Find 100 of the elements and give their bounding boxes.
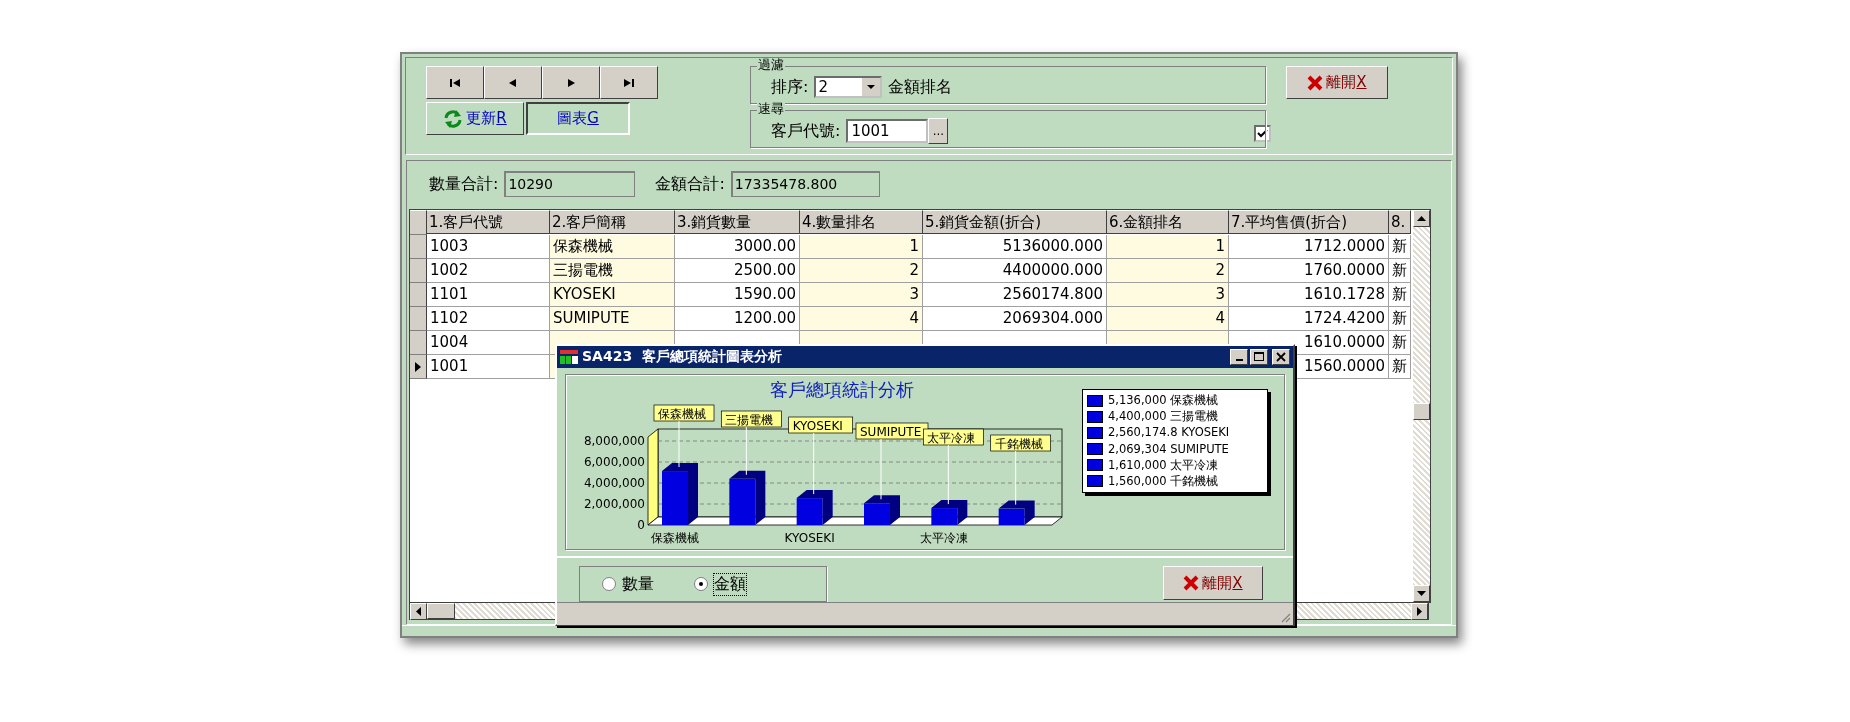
legend-label: 1,560,000 千銘機械 xyxy=(1108,473,1219,489)
table-cell: 1724.4200 xyxy=(1229,307,1389,331)
radio-button[interactable] xyxy=(694,577,708,591)
data-label: SUMIPUTE xyxy=(855,422,929,440)
table-cell: 1712.0000 xyxy=(1229,235,1389,259)
total-value-field: 17335478.800 xyxy=(730,171,880,197)
leader-line xyxy=(1015,450,1017,506)
scrollbar-thumb[interactable] xyxy=(1413,403,1430,420)
table-cell: 新 xyxy=(1389,283,1411,307)
table-cell: 3 xyxy=(1107,283,1229,307)
column-header[interactable]: 8. xyxy=(1389,210,1411,234)
total-value-field: 10290 xyxy=(504,171,636,197)
legend-swatch xyxy=(1087,426,1103,439)
axis-label: KYOSEKI xyxy=(784,531,835,545)
customer-code-field[interactable]: 1001 xyxy=(846,119,929,143)
row-indicator[interactable] xyxy=(410,307,427,331)
browse-button[interactable]: ... xyxy=(928,118,949,144)
table-cell: 2 xyxy=(800,259,923,283)
axis-label: 保森機械 xyxy=(651,531,699,545)
radio-option[interactable]: 數量 xyxy=(602,573,654,595)
close-button[interactable]: 離開X xyxy=(1286,66,1388,99)
chart-bar xyxy=(729,478,756,525)
table-cell: 2 xyxy=(1107,259,1229,283)
column-header[interactable]: 1.客戶代號 xyxy=(427,210,550,234)
minimize-button[interactable] xyxy=(1230,349,1248,365)
axis-tick-label: 2,000,000 xyxy=(583,497,645,511)
triangle-down-icon xyxy=(1417,591,1426,596)
sort-label: 排序: xyxy=(771,76,809,98)
table-cell: 新 xyxy=(1389,355,1411,379)
triangle-up-icon xyxy=(1417,216,1426,221)
table-cell: KYOSEKI xyxy=(550,283,675,307)
data-label: 千銘機械 xyxy=(990,434,1051,452)
legend-swatch xyxy=(1087,394,1103,407)
column-header[interactable]: 6.金額排名 xyxy=(1107,210,1229,234)
chart-bar xyxy=(931,508,958,525)
first-record-button[interactable] xyxy=(426,66,484,99)
dialog-close-button[interactable]: 離開X xyxy=(1163,566,1263,600)
bar-depth-drawing xyxy=(662,463,698,525)
legend-label: 4,400,000 三揚電機 xyxy=(1108,409,1219,425)
row-pointer-icon xyxy=(414,360,422,373)
triangle-left-icon xyxy=(416,607,421,616)
data-label: 三揚電機 xyxy=(721,410,782,428)
table-cell: 新 xyxy=(1389,259,1411,283)
x-tick-label: SUMIPUTE xyxy=(860,424,922,439)
legend-swatch xyxy=(1087,459,1103,472)
checkmark-icon xyxy=(1256,128,1268,139)
table-cell: 4 xyxy=(800,307,923,331)
row-indicator[interactable] xyxy=(410,283,427,307)
legend-label: 5,136,000 保森機械 xyxy=(1108,393,1219,408)
total-label: 數量合計: xyxy=(429,173,499,195)
table-cell: 1760.0000 xyxy=(1229,259,1389,283)
row-indicator[interactable] xyxy=(410,331,427,355)
close-window-button[interactable] xyxy=(1272,349,1290,365)
refresh-icon xyxy=(443,109,464,128)
axis-tick-label: 8,000,000 xyxy=(583,434,645,448)
table-cell: 1610.1728 xyxy=(1229,283,1389,307)
table-cell: 新 xyxy=(1389,235,1411,259)
customer-code-label: 客戶代號: xyxy=(771,120,841,142)
dialog-title: SA423 客戶總項統計圖表分析 xyxy=(582,348,782,366)
legend-label: 2,069,304 SUMIPUTE xyxy=(1108,441,1229,457)
row-indicator[interactable] xyxy=(410,355,427,379)
chart-bar xyxy=(662,471,688,525)
radio-option[interactable]: 金額 xyxy=(694,573,746,595)
close-x-icon xyxy=(1307,74,1324,91)
leader-line xyxy=(813,432,815,495)
app-icon xyxy=(560,350,578,364)
table-cell: 新 xyxy=(1389,307,1411,331)
leader-line xyxy=(678,420,680,468)
x-tick-label: 千銘機械 xyxy=(994,436,1043,451)
column-header[interactable]: 3.銷貨數量 xyxy=(675,210,800,234)
close-x-icon xyxy=(1183,575,1200,591)
column-header[interactable]: 5.銷貨金額(折合) xyxy=(923,210,1107,234)
table-cell: 保森機械 xyxy=(550,235,675,259)
radio-button[interactable] xyxy=(602,577,616,591)
scroll-right-button[interactable] xyxy=(1411,603,1428,620)
last-record-button[interactable] xyxy=(600,66,658,99)
maximize-button[interactable] xyxy=(1250,349,1268,365)
prev-record-button[interactable] xyxy=(484,66,542,99)
column-header[interactable]: 4.數量排名 xyxy=(800,210,923,234)
data-label: 太平冷凍 xyxy=(923,428,984,446)
next-record-button[interactable] xyxy=(542,66,600,99)
group-legend: 過濾 xyxy=(757,58,785,72)
row-indicator[interactable] xyxy=(410,235,427,259)
vertical-scrollbar[interactable] xyxy=(1413,210,1430,602)
column-header[interactable]: 7.平均售價(折合) xyxy=(1229,210,1389,234)
scrollbar-thumb[interactable] xyxy=(427,603,455,619)
refresh-button[interactable]: 更新R xyxy=(426,102,524,135)
row-indicator[interactable] xyxy=(410,259,427,283)
column-header[interactable]: 2.客戶簡稱 xyxy=(550,210,675,234)
scroll-left-button[interactable] xyxy=(410,603,427,620)
chart-button[interactable]: 圖表G xyxy=(526,102,630,135)
axis-label: 太平冷凍 xyxy=(920,531,969,545)
sort-dropdown[interactable]: 2 xyxy=(814,76,883,98)
table-cell: 4 xyxy=(1107,307,1229,331)
scroll-up-button[interactable] xyxy=(1413,210,1430,227)
leader-line xyxy=(947,444,949,505)
triangle-right-icon xyxy=(1417,607,1422,616)
x-tick-label: 三揚電機 xyxy=(725,412,774,427)
scroll-down-button[interactable] xyxy=(1413,585,1430,602)
axis-tick-label: 6,000,000 xyxy=(583,455,645,469)
